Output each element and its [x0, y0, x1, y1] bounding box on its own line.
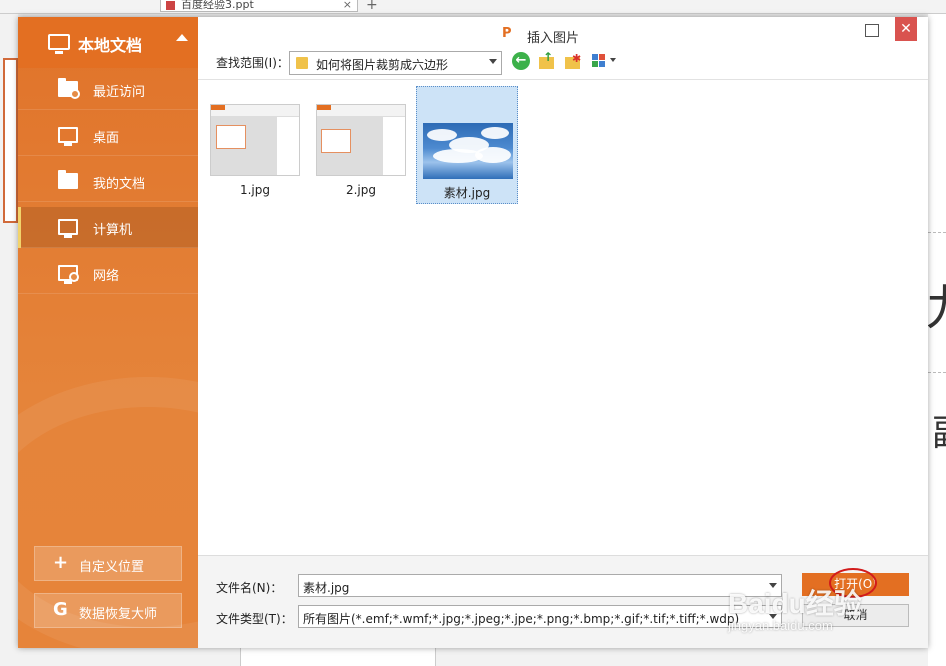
sidebar-item-computer[interactable]: 计算机: [18, 207, 198, 248]
close-icon[interactable]: ✕: [895, 17, 917, 41]
view-mode-icon[interactable]: [592, 52, 616, 70]
ppt-file-icon: [166, 1, 175, 10]
file-type-label: 文件类型(T)：: [216, 612, 293, 626]
sidebar-item-network[interactable]: 网络: [18, 253, 198, 294]
sidebar-item-desktop[interactable]: 桌面: [18, 115, 198, 156]
data-recovery-button[interactable]: G 数据恢复大师: [34, 593, 182, 628]
maximize-icon[interactable]: [865, 24, 879, 37]
file-name-label: 文件名(N)：: [216, 581, 283, 595]
insert-picture-dialog: 本地文档 最近访问 桌面 我的文档 计算机 网络 + 自定义位置 G 数据恢复大…: [18, 17, 928, 648]
file-thumbnail: [423, 123, 513, 179]
background-slide-text: 九: [926, 268, 946, 338]
file-type-select[interactable]: 所有图片(*.emf;*.wmf;*.jpg;*.jpeg;*.jpe;*.pn…: [298, 605, 782, 628]
sidebar-item-recent[interactable]: 最近访问: [18, 69, 198, 110]
file-item-1-jpg[interactable]: 1.jpg: [204, 86, 306, 204]
sidebar-item-label: 桌面: [93, 131, 120, 146]
file-name: 素材.jpg: [443, 186, 491, 200]
dialog-footer: 文件名(N)： 素材.jpg 文件类型(T)： 所有图片(*.emf;*.wmf…: [198, 555, 928, 648]
up-folder-icon[interactable]: ↑: [538, 50, 556, 70]
folder-icon: [58, 170, 78, 189]
chevron-down-icon[interactable]: [769, 583, 777, 588]
dialog-titlebar: P 插入图片 ✕: [198, 17, 928, 49]
plus-icon: +: [53, 552, 69, 573]
background-toolbar: [0, 0, 946, 14]
sidebar-header-label: 本地文档: [78, 36, 143, 55]
desktop-icon: [58, 127, 78, 146]
monitor-icon: [48, 34, 70, 54]
back-icon[interactable]: ←: [512, 52, 530, 70]
look-in-value: 如何将图片裁剪成六边形: [316, 58, 449, 72]
sidebar-item-label: 网络: [93, 269, 120, 284]
sidebar-item-label: 最近访问: [93, 85, 146, 100]
network-icon: [58, 265, 79, 284]
file-thumbnail: [316, 104, 406, 176]
look-in-label: 查找范围(I)：: [216, 56, 289, 70]
new-star: ✱: [572, 52, 582, 65]
document-tab-title: 百度经验3.ppt: [181, 0, 254, 11]
file-thumbnail: [210, 104, 300, 176]
sidebar-item-label: 我的文档: [93, 177, 146, 192]
sidebar-item-label: 计算机: [93, 223, 133, 238]
background-notes-panel: [240, 648, 436, 666]
new-tab-icon[interactable]: +: [366, 0, 378, 13]
sidebar-item-my-documents[interactable]: 我的文档: [18, 161, 198, 202]
file-name: 1.jpg: [239, 183, 271, 197]
file-name: 2.jpg: [345, 183, 377, 197]
data-recovery-label: 数据恢复大师: [79, 607, 158, 622]
tab-close-icon[interactable]: ×: [343, 0, 352, 10]
wps-presentation-icon: P: [502, 26, 512, 41]
new-folder-icon[interactable]: ✱: [564, 52, 582, 70]
sidebar: 本地文档 最近访问 桌面 我的文档 计算机 网络 + 自定义位置 G 数据恢复大…: [18, 17, 198, 648]
recovery-icon: G: [53, 599, 68, 620]
computer-icon: [58, 219, 78, 238]
background-slide-canvas: [928, 14, 946, 666]
open-button[interactable]: 打开(O): [802, 568, 909, 598]
cancel-button[interactable]: 取消: [802, 604, 909, 627]
background-slide-text: 副: [932, 404, 946, 456]
file-type-value: 所有图片(*.emf;*.wmf;*.jpg;*.jpeg;*.jpe;*.pn…: [303, 612, 740, 626]
look-in-dropdown[interactable]: 如何将图片裁剪成六边形: [289, 51, 502, 75]
chevron-down-icon: [489, 59, 497, 64]
file-item-sucai-jpg[interactable]: 素材.jpg: [416, 86, 518, 204]
background-slide-thumbnail[interactable]: [3, 58, 18, 223]
collapse-arrow-icon[interactable]: [176, 34, 188, 41]
annotation-circle: [829, 568, 877, 598]
recent-folder-icon: [58, 78, 80, 99]
custom-location-button[interactable]: + 自定义位置: [34, 546, 182, 581]
file-name-input[interactable]: 素材.jpg: [298, 574, 782, 597]
chevron-down-icon: [769, 614, 777, 619]
custom-location-label: 自定义位置: [79, 560, 145, 575]
background-guide-line: [928, 372, 946, 373]
background-guide-line: [928, 232, 946, 233]
dialog-title: 插入图片: [527, 31, 580, 46]
up-arrow: ↑: [543, 50, 554, 64]
chevron-down-icon: [610, 58, 616, 62]
background-status-area: [18, 648, 928, 666]
file-name-value: 素材.jpg: [303, 581, 350, 595]
document-tab[interactable]: 百度经验3.ppt ×: [160, 0, 358, 12]
file-list: 1.jpg 2.jpg 素材.jpg: [198, 79, 928, 555]
file-item-2-jpg[interactable]: 2.jpg: [310, 86, 412, 204]
folder-icon: [296, 57, 308, 69]
sidebar-header-local-documents[interactable]: 本地文档: [18, 17, 198, 68]
